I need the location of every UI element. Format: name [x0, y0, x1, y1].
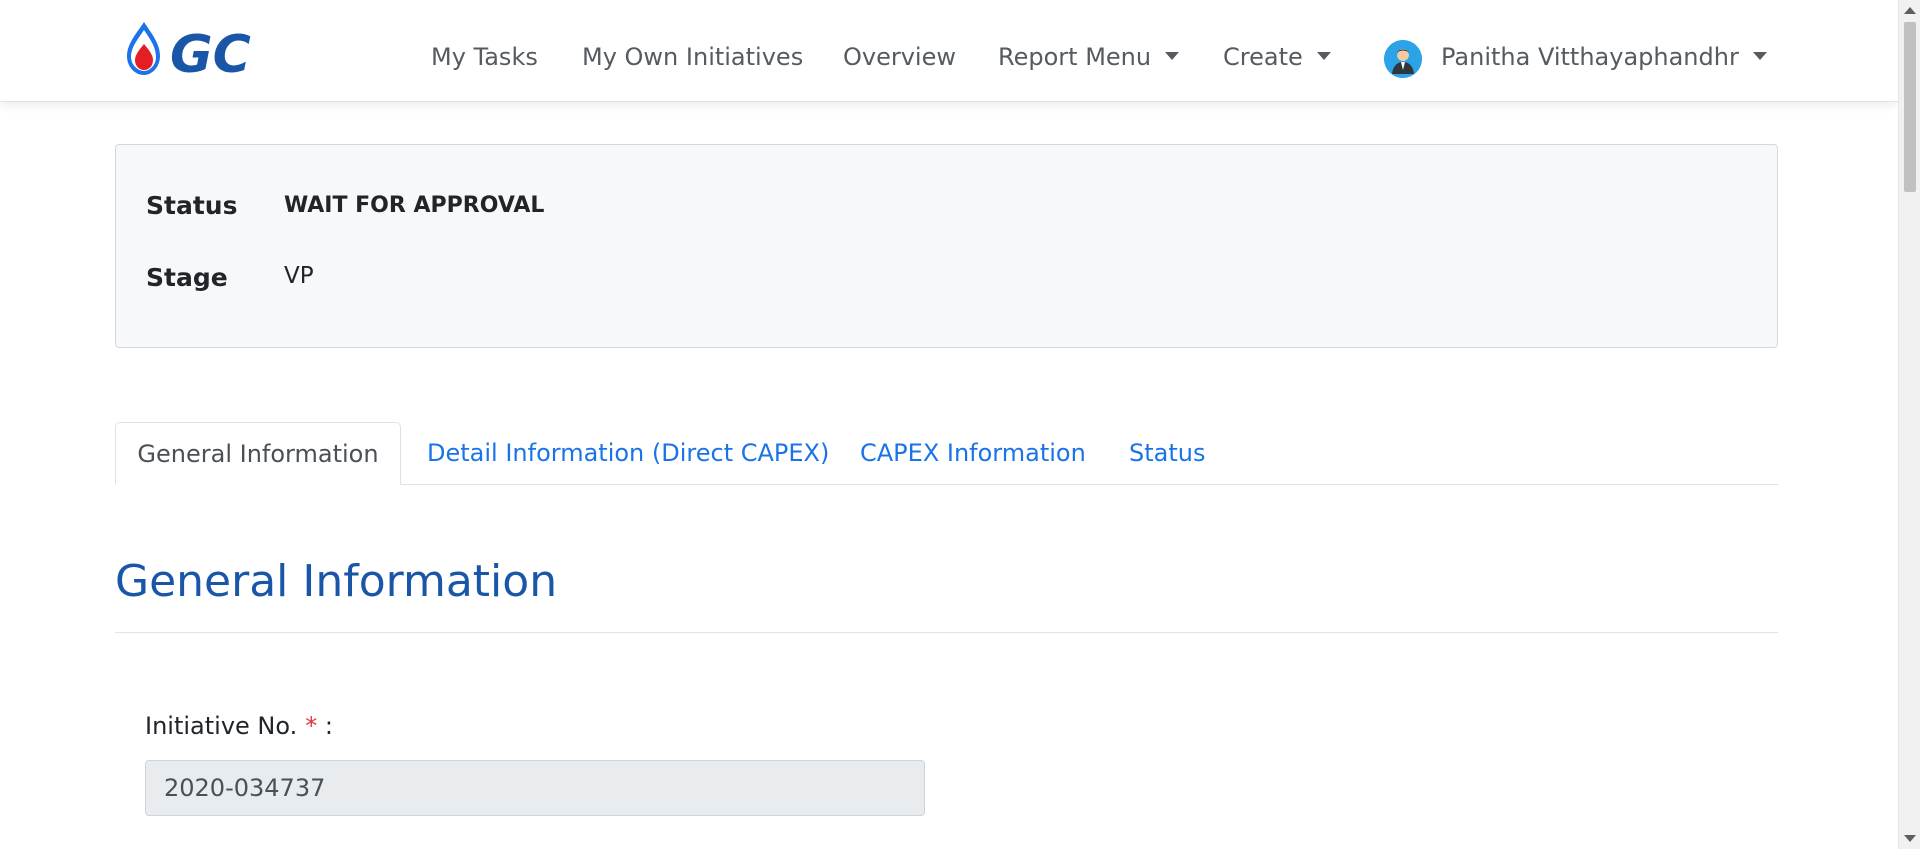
status-value: WAIT FOR APPROVAL: [284, 193, 545, 218]
nav-create[interactable]: Create: [1223, 40, 1331, 74]
stage-value: VP: [284, 263, 314, 289]
section-divider: [115, 632, 1778, 633]
caret-down-icon: [1316, 52, 1331, 60]
label-colon: :: [324, 712, 333, 740]
user-name: Panitha Vitthayaphandhr: [1441, 43, 1739, 71]
user-avatar-icon[interactable]: [1384, 40, 1422, 78]
tab-status[interactable]: Status: [1129, 422, 1205, 485]
page-scrollbar[interactable]: [1898, 0, 1920, 849]
tab-detail-information[interactable]: Detail Information (Direct CAPEX): [427, 422, 829, 485]
nav-report-menu[interactable]: Report Menu: [998, 40, 1180, 74]
status-card: Status WAIT FOR APPROVAL Stage VP: [115, 144, 1778, 348]
nav-overview[interactable]: Overview: [843, 40, 956, 74]
initiative-no-label-text: Initiative No.: [145, 712, 298, 740]
stage-label: Stage: [146, 263, 228, 292]
svg-text:GC: GC: [170, 25, 251, 78]
nav-my-tasks[interactable]: My Tasks: [431, 40, 538, 74]
tab-general-information[interactable]: General Information: [115, 422, 401, 485]
caret-down-icon: [1752, 52, 1767, 60]
scroll-down-icon[interactable]: [1904, 835, 1916, 842]
tab-capex-information[interactable]: CAPEX Information: [860, 422, 1086, 485]
top-navbar: GC My Tasks My Own Initiatives Overview …: [0, 0, 1898, 102]
nav-report-menu-label: Report Menu: [998, 43, 1152, 71]
required-asterisk: *: [305, 712, 318, 740]
initiative-no-field[interactable]: 2020-034737: [145, 760, 925, 816]
initiative-no-label: Initiative No. * :: [145, 712, 333, 740]
status-label: Status: [146, 191, 238, 220]
user-menu[interactable]: Panitha Vitthayaphandhr: [1441, 40, 1767, 74]
nav-my-own-initiatives[interactable]: My Own Initiatives: [582, 40, 803, 74]
scroll-thumb[interactable]: [1904, 22, 1916, 192]
section-title: General Information: [115, 556, 558, 607]
caret-down-icon: [1165, 52, 1180, 60]
gc-logo[interactable]: GC: [122, 20, 294, 78]
scroll-up-icon[interactable]: [1904, 7, 1916, 14]
nav-create-label: Create: [1223, 43, 1303, 71]
